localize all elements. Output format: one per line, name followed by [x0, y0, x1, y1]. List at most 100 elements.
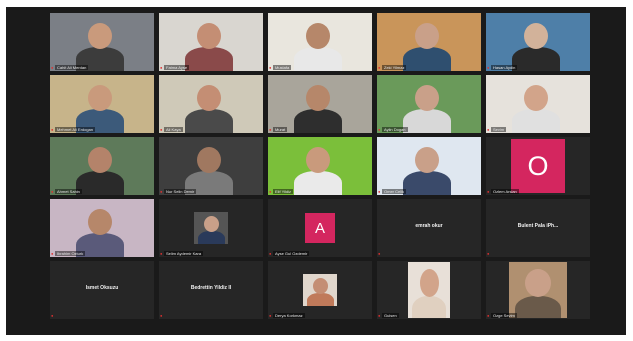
participant-display-name: Ismet Oksuzu: [85, 285, 119, 291]
participant-video-face: [524, 85, 548, 111]
participant-video-body: [403, 171, 451, 195]
participant-name-label: Cahit Ali Merdan: [55, 65, 89, 70]
participant-tile[interactable]: ● Murat: [268, 75, 372, 133]
participant-photo: [303, 274, 337, 306]
muted-mic-icon: ●: [269, 189, 272, 194]
participant-tile[interactable]: ● Cahit Ali Merdan: [50, 13, 154, 71]
participant-photo: [509, 262, 567, 318]
photo-body: [515, 296, 561, 318]
participant-name-label: Elif Yildiz: [273, 189, 294, 194]
participant-display-name: Bedrettin Yildiz II: [190, 285, 232, 291]
participant-initial-avatar: O: [511, 139, 565, 193]
participant-tile[interactable]: ● Ahmet Sahin: [50, 137, 154, 195]
photo-body: [198, 231, 225, 244]
participant-tile[interactable]: Bulent Pala iPh... ●: [486, 199, 590, 257]
participant-name-label: Sevim: [491, 127, 507, 132]
muted-mic-icon: ●: [269, 251, 272, 256]
participant-tile[interactable]: ● Gulsen: [377, 261, 481, 319]
participant-display-name: Bulent Pala iPh...: [517, 223, 559, 229]
participant-name-label: Murat: [273, 127, 288, 132]
participant-video-body: [403, 109, 451, 133]
participant-name-label: Aylin Dogan: [382, 127, 408, 132]
muted-mic-icon: ●: [269, 65, 272, 70]
participant-video-face: [88, 85, 112, 111]
participant-tile[interactable]: ● Fatma Ayse: [159, 13, 263, 71]
participant-video-face: [197, 147, 221, 173]
participant-tile[interactable]: ● Ibrahim Ozturk: [50, 199, 154, 257]
participant-display-name: emrah okur: [415, 223, 443, 229]
screenshot-frame: ● Cahit Ali Merdan ● Fatma Ayse ● Mustafa ● Zek…: [0, 0, 633, 341]
participant-initial-avatar: A: [305, 213, 335, 243]
participant-name-label: Omer Celik: [382, 189, 407, 194]
participant-video-face: [524, 23, 548, 49]
participant-gallery: ● Cahit Ali Merdan ● Fatma Ayse ● Mustafa ● Zek…: [50, 13, 590, 319]
photo-face: [313, 278, 328, 294]
participant-video-body: [512, 47, 560, 71]
participant-video-face: [306, 85, 330, 111]
participant-tile[interactable]: ● Mehmet Ali Erdogan: [50, 75, 154, 133]
participant-name-label: Zeki Yilmaz: [382, 65, 407, 70]
participant-video-body: [512, 109, 560, 133]
muted-mic-icon: ●: [269, 127, 272, 132]
muted-mic-icon: ●: [378, 313, 381, 318]
muted-mic-icon: ●: [487, 313, 490, 318]
muted-mic-icon: ●: [51, 251, 54, 256]
muted-mic-icon: ●: [51, 127, 54, 132]
participant-video-body: [294, 171, 342, 195]
participant-video-face: [415, 23, 439, 49]
muted-mic-icon: ●: [378, 65, 381, 70]
participant-tile[interactable]: ● Zeki Yilmaz: [377, 13, 481, 71]
participant-video-face: [197, 23, 221, 49]
participant-tile[interactable]: ● Derya Korkmaz: [268, 261, 372, 319]
participant-name-label: Hasan Aydin: [491, 65, 518, 70]
participant-name-label: Nur Selin Demir: [164, 189, 197, 194]
video-conference-window: ● Cahit Ali Merdan ● Fatma Ayse ● Mustafa ● Zek…: [6, 7, 626, 335]
participant-name-label: Ibrahim Ozturk: [55, 251, 86, 256]
participant-tile[interactable]: O ● Ozlem Arslan: [486, 137, 590, 195]
participant-name-label: Ayse Gul Ozdemir: [273, 251, 310, 256]
participant-tile[interactable]: ● Ali Kaya: [159, 75, 263, 133]
participant-tile[interactable]: Bedrettin Yildiz II ●: [159, 261, 263, 319]
photo-face: [204, 216, 219, 232]
participant-tile[interactable]: emrah okur ●: [377, 199, 481, 257]
participant-video-face: [306, 23, 330, 49]
muted-mic-icon: ●: [487, 251, 490, 256]
participant-name-label: Mehmet Ali Erdogan: [55, 127, 96, 132]
muted-mic-icon: ●: [51, 189, 54, 194]
participant-video-face: [415, 147, 439, 173]
participant-video-body: [185, 47, 233, 71]
participant-name-label: Derya Korkmaz: [273, 313, 305, 318]
photo-body: [307, 293, 334, 306]
participant-video-face: [306, 147, 330, 173]
participant-name-label: Ozlem Arslan: [491, 189, 519, 194]
participant-tile[interactable]: ● Mustafa: [268, 13, 372, 71]
participant-name-label: Selim Aydemir Kara: [164, 251, 204, 256]
muted-mic-icon: ●: [160, 189, 163, 194]
muted-mic-icon: ●: [487, 65, 490, 70]
participant-tile[interactable]: ● Sevim: [486, 75, 590, 133]
participant-name-label: Ali Kaya: [164, 127, 183, 132]
muted-mic-icon: ●: [51, 313, 54, 318]
participant-tile[interactable]: ● Omer Celik: [377, 137, 481, 195]
participant-tile[interactable]: A ● Ayse Gul Ozdemir: [268, 199, 372, 257]
participant-tile[interactable]: ● Hasan Aydin: [486, 13, 590, 71]
participant-name-label: Ozge Sevim: [491, 313, 517, 318]
participant-video-body: [294, 47, 342, 71]
muted-mic-icon: ●: [160, 251, 163, 256]
participant-video-face: [88, 209, 112, 235]
participant-photo: [194, 212, 228, 244]
participant-tile[interactable]: ● Ozge Sevim: [486, 261, 590, 319]
participant-tile[interactable]: Ismet Oksuzu ●: [50, 261, 154, 319]
photo-face: [420, 269, 439, 297]
participant-name-label: Fatma Ayse: [164, 65, 190, 70]
participant-tile[interactable]: ● Nur Selin Demir: [159, 137, 263, 195]
participant-video-body: [185, 109, 233, 133]
participant-video-face: [88, 147, 112, 173]
muted-mic-icon: ●: [378, 189, 381, 194]
participant-video-face: [88, 23, 112, 49]
participant-tile[interactable]: ● Elif Yildiz: [268, 137, 372, 195]
photo-face: [525, 269, 551, 297]
participant-tile[interactable]: ● Selim Aydemir Kara: [159, 199, 263, 257]
muted-mic-icon: ●: [269, 313, 272, 318]
participant-tile[interactable]: ● Aylin Dogan: [377, 75, 481, 133]
